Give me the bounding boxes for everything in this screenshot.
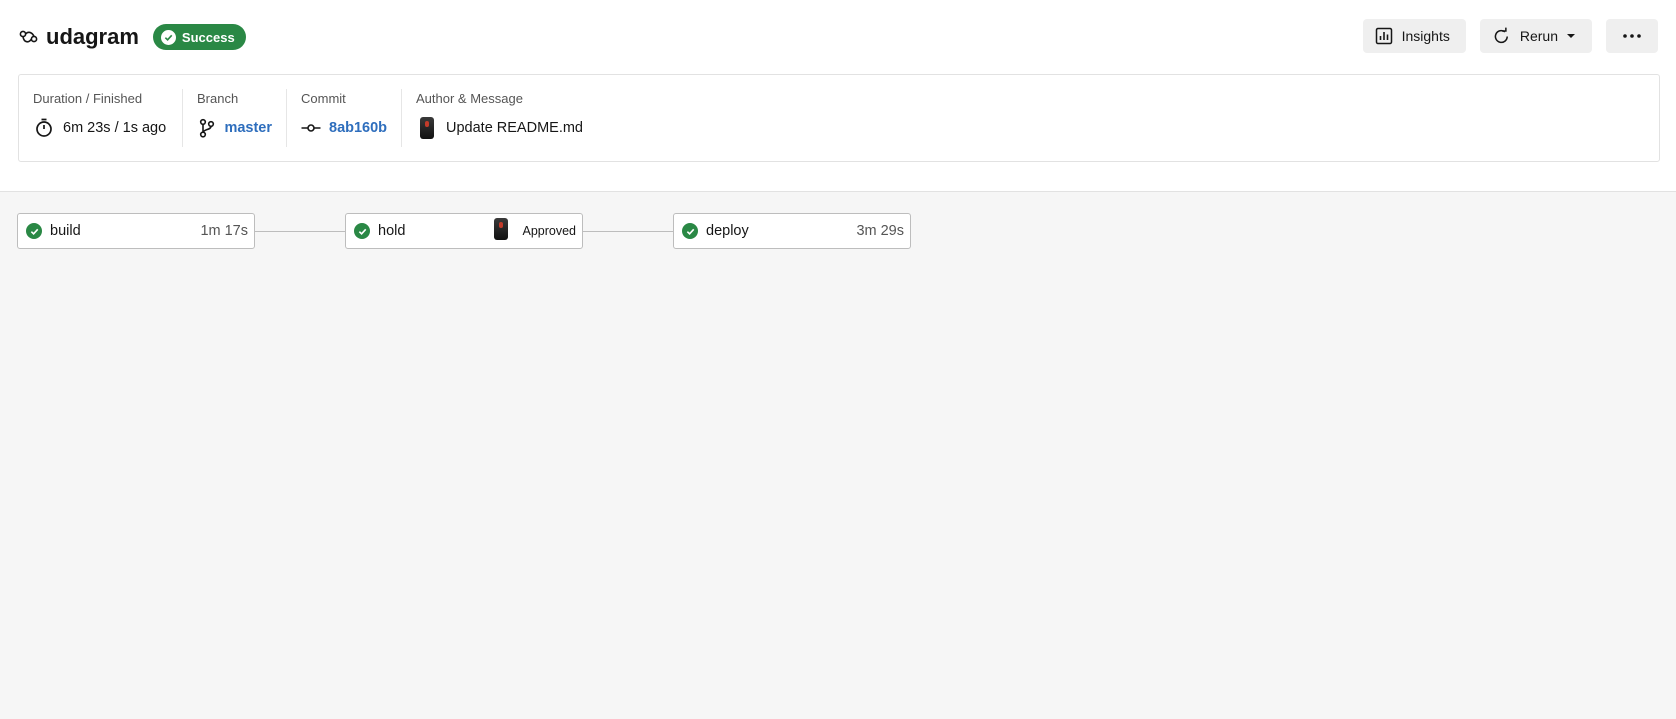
status-badge-label: Success <box>181 29 235 45</box>
job-connector <box>255 231 345 232</box>
author-column: Author & Message Update README.md <box>402 89 1659 147</box>
more-horizontal-icon <box>1623 34 1641 38</box>
job-build[interactable]: build 1m 17s <box>17 213 255 249</box>
rerun-button[interactable]: Rerun <box>1479 19 1592 53</box>
approval-status: Approved <box>522 224 576 238</box>
chevron-down-icon <box>1567 34 1575 38</box>
job-hold[interactable]: hold Approved <box>345 213 583 249</box>
job-duration: 3m 29s <box>856 223 904 239</box>
duration-value: 6m 23s / 1s ago <box>63 120 167 136</box>
stopwatch-icon <box>33 117 55 139</box>
commit-icon <box>301 117 321 139</box>
job-name: build <box>50 223 81 239</box>
commit-label: Commit <box>301 91 346 106</box>
check-circle-icon <box>160 29 176 45</box>
workflow-header: udagram Success Insights Rerun Duration … <box>0 0 1676 192</box>
success-check-icon <box>26 223 42 239</box>
workflow-icon <box>18 26 40 48</box>
success-check-icon <box>682 223 698 239</box>
author-avatar <box>416 117 438 139</box>
commit-message: Update README.md <box>446 120 583 136</box>
rerun-icon <box>1494 27 1508 43</box>
author-message-label: Author & Message <box>416 91 523 106</box>
insights-button[interactable]: Insights <box>1362 19 1466 53</box>
branch-link[interactable]: master <box>224 120 272 136</box>
more-options-button[interactable] <box>1606 19 1658 53</box>
job-deploy[interactable]: deploy 3m 29s <box>673 213 911 249</box>
job-name: deploy <box>706 223 749 239</box>
insights-button-label: Insights <box>1401 28 1450 44</box>
title-row: udagram Success <box>18 22 246 52</box>
approver-avatar <box>494 218 509 244</box>
rerun-button-label: Rerun <box>1519 28 1558 44</box>
workflow-info-panel: Duration / Finished 6m 23s / 1s ago Bran… <box>18 74 1660 162</box>
branch-icon <box>197 117 216 139</box>
success-check-icon <box>354 223 370 239</box>
job-duration: 1m 17s <box>200 223 248 239</box>
branch-label: Branch <box>197 91 239 106</box>
job-name: hold <box>378 223 406 239</box>
page-title: udagram <box>46 24 139 49</box>
branch-column: Branch master <box>183 89 287 147</box>
duration-label: Duration / Finished <box>33 91 143 106</box>
header-actions: Insights Rerun <box>1362 19 1658 53</box>
insights-icon <box>1375 27 1392 45</box>
duration-column: Duration / Finished 6m 23s / 1s ago <box>19 89 183 147</box>
job-connector <box>583 231 673 232</box>
status-badge: Success <box>152 24 246 50</box>
commit-link[interactable]: 8ab160b <box>329 120 387 136</box>
commit-column: Commit 8ab160b <box>287 89 402 147</box>
